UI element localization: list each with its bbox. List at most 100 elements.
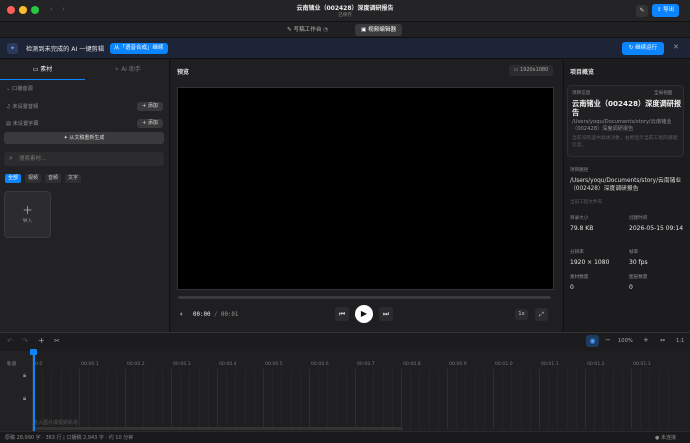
project-hint: 当前没有选中具体对象，右侧显示当前工程的基础信息。: [572, 136, 678, 148]
minor-tick-line: [612, 369, 614, 429]
monitor-icon: ▭: [513, 67, 519, 73]
minor-tick-line: [327, 369, 329, 429]
lock-icon[interactable]: 🔒︎: [23, 395, 26, 403]
playhead[interactable]: [33, 351, 35, 432]
audio-row: ♫ 未设置音频: [6, 103, 38, 110]
playhead-handle[interactable]: [30, 349, 37, 355]
tick-label: 00:00.3: [173, 362, 191, 367]
continue-label: 继续运行: [635, 45, 658, 51]
tick-label: 00:01.0: [495, 362, 513, 367]
volume-icon[interactable]: 🔈︎: [180, 310, 184, 319]
minor-tick-line: [189, 369, 191, 429]
export-button[interactable]: ⇪ 导出: [652, 4, 679, 17]
zoom-in-icon[interactable]: +: [643, 336, 649, 344]
undo-icon[interactable]: ↶: [7, 337, 13, 345]
resolution-label: 1920x1080: [519, 67, 549, 73]
tick-label: 00:00.6: [311, 362, 329, 367]
minor-tick-line: [134, 369, 136, 429]
music-icon: ♫: [6, 104, 11, 110]
play-button[interactable]: ▶: [355, 305, 373, 323]
minor-tick-line: [180, 369, 182, 429]
tick-line: [631, 369, 632, 429]
video-canvas[interactable]: [177, 87, 554, 290]
close-banner-icon[interactable]: ✕: [673, 43, 679, 51]
tab-writing[interactable]: ✎ 写稿工作台 ◔: [281, 24, 334, 36]
minor-tick-line: [483, 369, 485, 429]
project-name: 云南锗业（002428）深度调研报告: [572, 99, 682, 117]
continue-run-button[interactable]: ↻ 继续运行: [622, 42, 664, 55]
minor-tick-line: [235, 369, 237, 429]
connection-label: 未连接: [660, 435, 676, 441]
tick-line: [355, 369, 356, 429]
redo-icon[interactable]: ↷: [22, 337, 28, 345]
skip-back-button[interactable]: ⏮︎: [335, 307, 349, 321]
zoom-window-button[interactable]: [31, 6, 39, 14]
minor-tick-line: [419, 369, 421, 429]
window-title: 云南锗业（002428）深度调研报告: [296, 5, 394, 12]
zoom-out-icon[interactable]: −: [605, 336, 611, 344]
subtitle-row: ▤ 未设置字幕: [6, 120, 39, 127]
back-icon[interactable]: ‹: [50, 5, 53, 13]
resolution-badge: ▭ 1920x1080: [509, 65, 553, 76]
minor-tick-line: [566, 369, 568, 429]
horizontal-scrollbar[interactable]: [35, 427, 403, 430]
minor-tick-line: [152, 369, 154, 429]
filter-text[interactable]: 文字: [65, 174, 82, 183]
close-window-button[interactable]: [7, 6, 15, 14]
fullscreen-button[interactable]: ⤢: [535, 308, 548, 321]
minor-tick-line: [658, 369, 660, 429]
fit-icon[interactable]: ⇔: [660, 337, 665, 344]
stat-label: 分辨率: [570, 250, 584, 255]
audio-label: 未设置音频: [12, 104, 39, 110]
expand-icon: ⤢: [539, 311, 544, 318]
word-count: 原稿 28,990 字 · 363 行 | 口播稿 2,943 字 · 约 10…: [5, 435, 134, 441]
resume-banner: ✦ 检测到未完成的 AI 一键剪辑 从「语音合成」继续 ↻ 继续运行 ✕: [0, 38, 690, 59]
scope-tag: 全局视图: [654, 91, 673, 96]
assets-panel: ▭ 素材 ✧ AI 助手 ⌄ 口播音源 ♫ 未设置音频 + 添加 ▤ 未设置字幕…: [0, 60, 170, 332]
tab-ai-assistant[interactable]: ✧ AI 助手: [85, 60, 170, 80]
add-track-icon[interactable]: +: [38, 336, 45, 345]
search-input[interactable]: [19, 154, 159, 164]
scissors-icon[interactable]: ✂: [54, 337, 60, 345]
chat-icon[interactable]: ✎: [636, 5, 648, 17]
filter-all[interactable]: 全部: [5, 174, 22, 183]
minor-tick-line: [474, 369, 476, 429]
minimize-window-button[interactable]: [19, 6, 27, 14]
filter-audio[interactable]: 音频: [45, 174, 62, 183]
tick-line: [171, 369, 172, 429]
tick-label: 00:01.3: [633, 362, 651, 367]
minor-tick-line: [373, 369, 375, 429]
minor-tick-line: [529, 369, 531, 429]
tick-label: 00:01.1: [541, 362, 559, 367]
add-audio-button[interactable]: + 添加: [137, 102, 163, 111]
lock-icon[interactable]: 🔒︎: [23, 372, 26, 380]
regenerate-button[interactable]: ✦ 从文稿重新生成: [4, 132, 164, 144]
forward-icon[interactable]: ›: [62, 5, 65, 13]
import-tile[interactable]: + 导入: [4, 191, 51, 238]
filter-video[interactable]: 视频: [25, 174, 42, 183]
minor-tick-line: [548, 369, 550, 429]
sparkle-icon: ✦: [7, 43, 18, 54]
skip-forward-button[interactable]: ⏭︎: [379, 307, 393, 321]
scrub-bar[interactable]: [178, 296, 551, 299]
stat-value: 0: [629, 284, 633, 291]
search-box[interactable]: ⌕: [4, 152, 164, 166]
preview-title: 预览: [177, 69, 190, 76]
add-subtitle-button[interactable]: + 添加: [137, 119, 163, 128]
minor-tick-line: [621, 369, 623, 429]
tab-assets[interactable]: ▭ 素材: [0, 60, 85, 80]
timeline-panel: ↶ ↷ + ✂ ◉ − 100% + ⇔ 1:1 轨道 🔒︎ 🔒︎ 0.0 00:…: [0, 332, 690, 432]
minor-tick-line: [437, 369, 439, 429]
minor-tick-line: [299, 369, 301, 429]
loading-icon: ◔: [323, 27, 329, 33]
minor-tick-line: [557, 369, 559, 429]
tab-video-editor[interactable]: ▣ 视频编辑器: [355, 24, 403, 36]
speed-button[interactable]: 1x: [515, 309, 528, 320]
timecode: 00:00 / 00:01: [193, 312, 238, 318]
minor-tick-line: [253, 369, 255, 429]
minor-tick-line: [207, 369, 209, 429]
magnet-icon[interactable]: ◉: [586, 335, 599, 347]
tick-label: 00:00.7: [357, 362, 375, 367]
tab-writing-label: 写稿工作台: [293, 27, 322, 33]
overview-title: 项目概览: [570, 69, 595, 76]
